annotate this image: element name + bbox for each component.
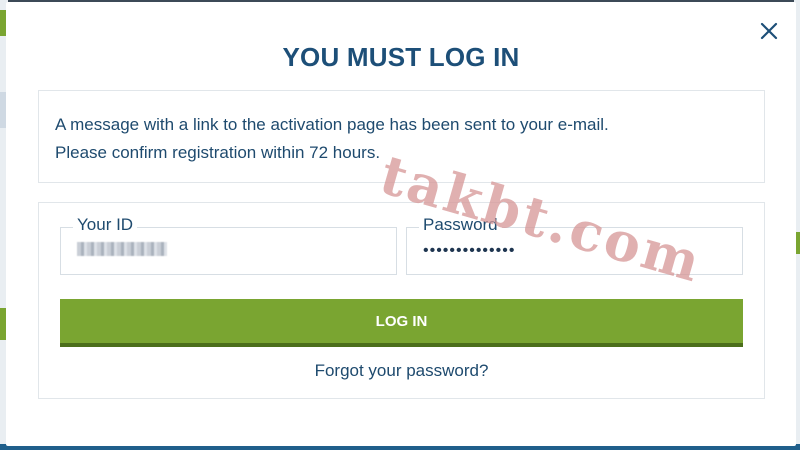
password-field[interactable]: Password •••••••••••••• xyxy=(406,215,743,275)
message-line-1: A message with a link to the activation … xyxy=(55,115,609,134)
forgot-password-link[interactable]: Forgot your password? xyxy=(39,361,764,381)
user-id-label: Your ID xyxy=(73,215,138,235)
activation-message: A message with a link to the activation … xyxy=(38,90,765,183)
close-icon xyxy=(760,22,778,40)
login-button[interactable]: LOG IN xyxy=(60,299,743,347)
password-value: •••••••••••••• xyxy=(423,242,516,259)
login-form: Your ID Password •••••••••••••• LOG IN F… xyxy=(38,202,765,399)
modal-title: YOU MUST LOG IN xyxy=(282,42,520,72)
user-id-value-obscured xyxy=(77,242,167,260)
message-line-2: Please confirm registration within 72 ho… xyxy=(55,143,381,162)
password-label: Password xyxy=(419,215,502,235)
user-id-field[interactable]: Your ID xyxy=(60,215,397,275)
login-modal: YOU MUST LOG IN A message with a link to… xyxy=(6,2,796,446)
